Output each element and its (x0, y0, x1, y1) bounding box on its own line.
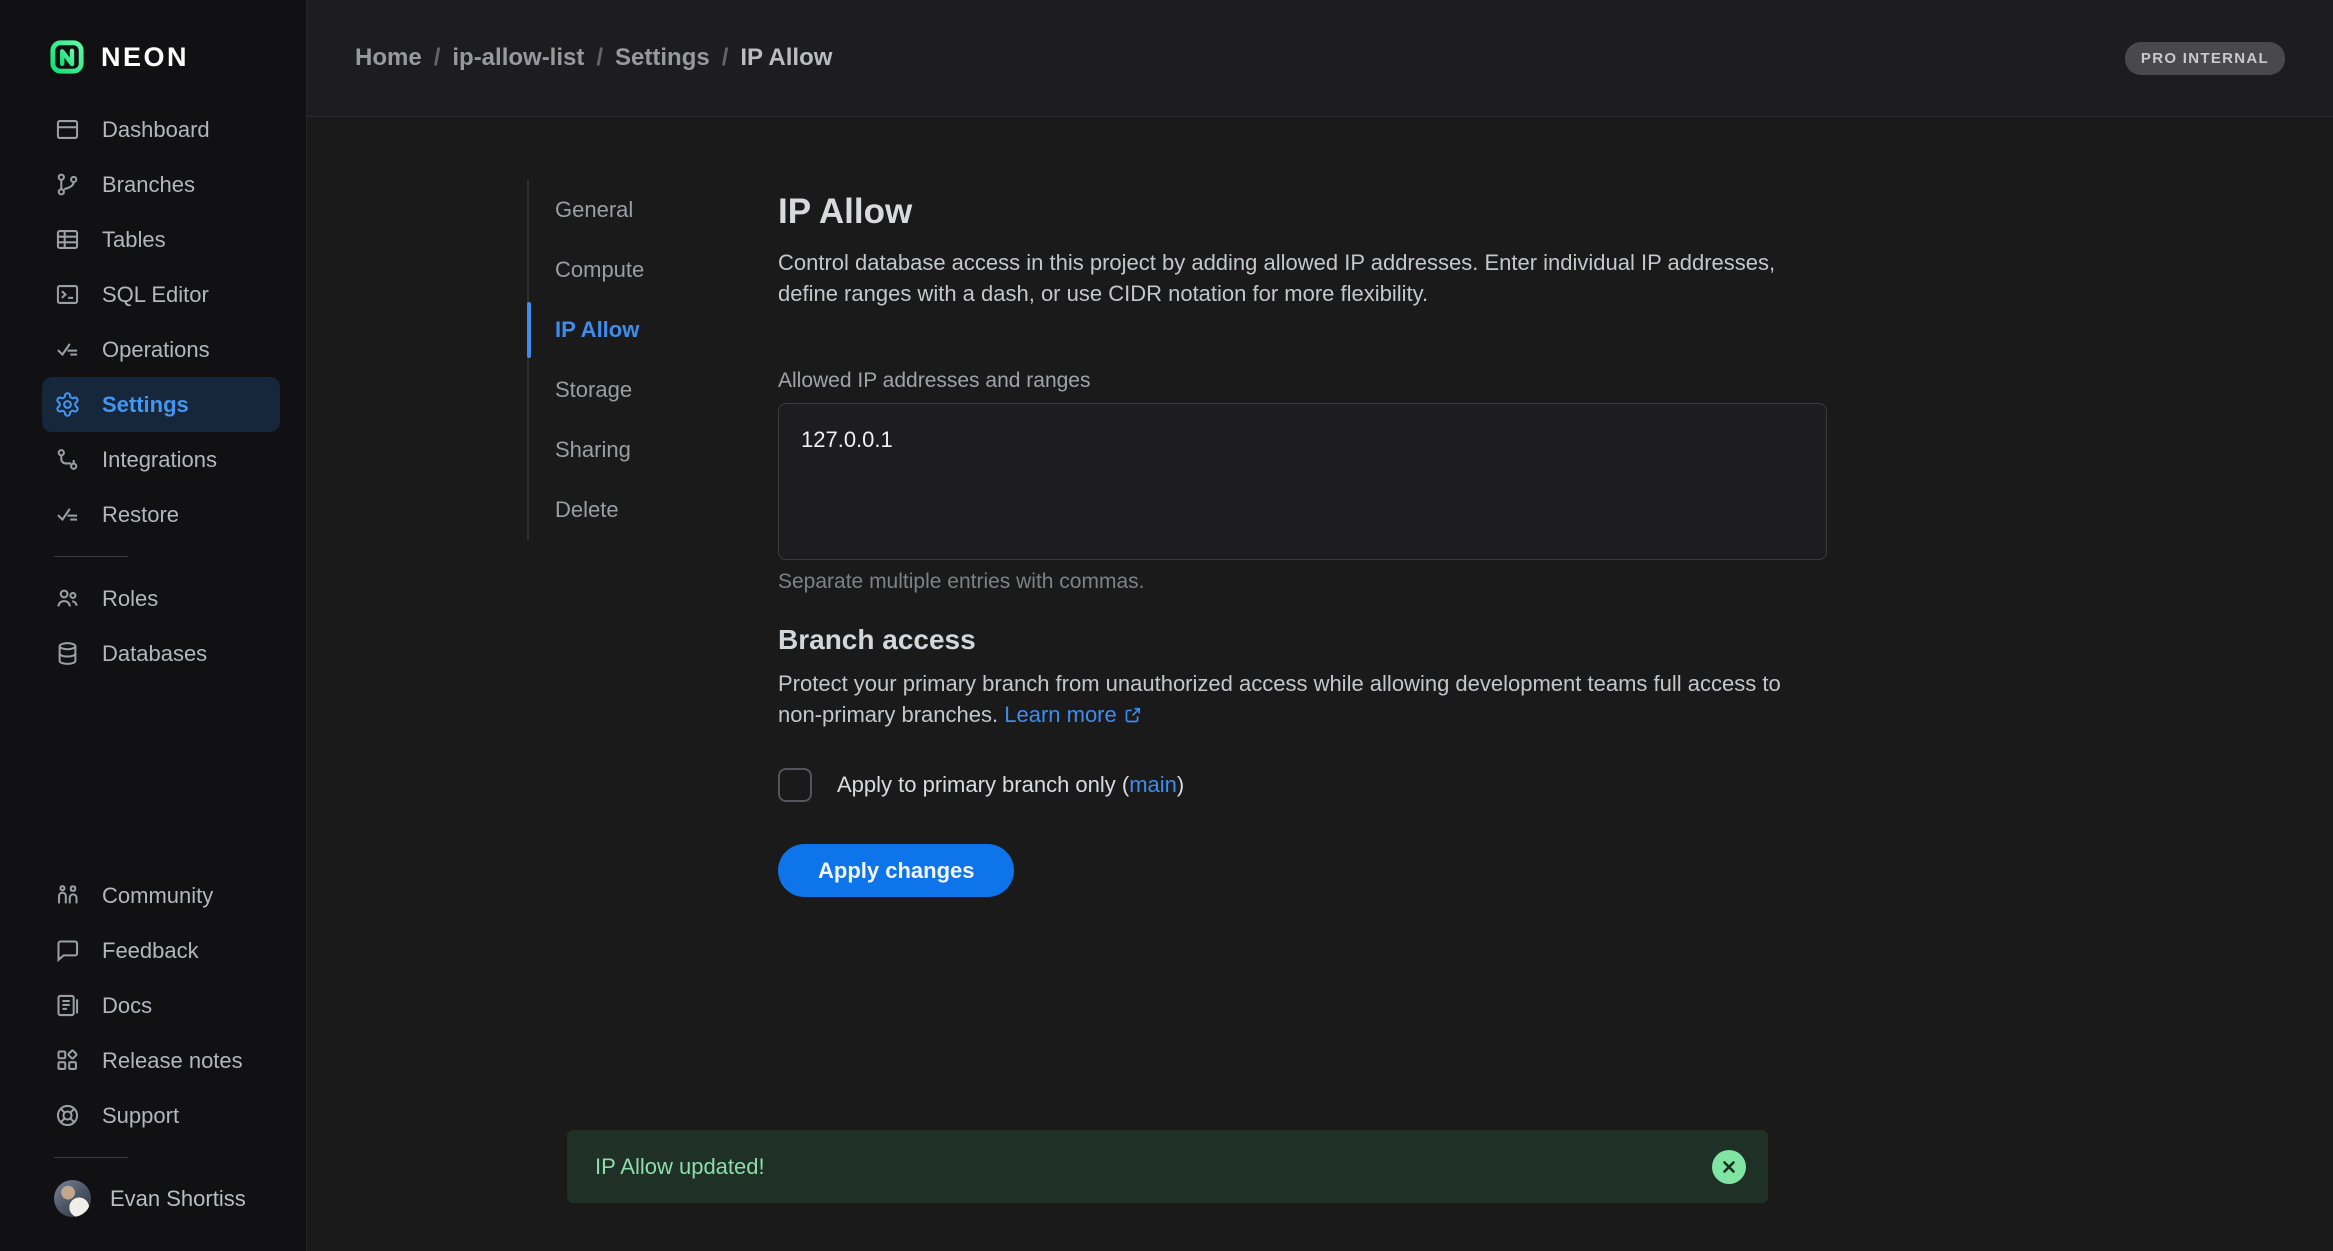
learn-more-link[interactable]: Learn more (1004, 702, 1143, 727)
sidebar-bottom-section: Community Feedback Docs Release notes (0, 868, 306, 1251)
branch-access-title: Branch access (778, 624, 1827, 656)
ip-field-label: Allowed IP addresses and ranges (778, 369, 1827, 393)
checkbox-label-suffix: ) (1177, 772, 1184, 797)
support-icon (54, 1102, 81, 1129)
user-avatar (54, 1180, 91, 1217)
sidebar: NEON Dashboard Branches Tables SQL Edito… (0, 0, 307, 1251)
sidebar-item-label: Branches (102, 172, 195, 198)
breadcrumb-separator: / (434, 44, 441, 72)
settings-tab-ip-allow[interactable]: IP Allow (529, 300, 714, 360)
sidebar-item-label: Community (102, 883, 213, 909)
sql-editor-icon (54, 281, 81, 308)
feedback-icon (54, 937, 81, 964)
breadcrumb-project[interactable]: ip-allow-list (452, 44, 584, 72)
page-title: IP Allow (778, 192, 1827, 232)
ip-addresses-textarea[interactable]: 127.0.0.1 (778, 403, 1827, 560)
sidebar-item-label: Settings (102, 392, 189, 418)
main-content: General Compute IP Allow Storage Sharing… (307, 118, 2333, 1251)
sidebar-item-label: SQL Editor (102, 282, 209, 308)
sidebar-item-label: Release notes (102, 1048, 243, 1074)
breadcrumb-ip-allow: IP Allow (740, 44, 832, 72)
ip-field-helper: Separate multiple entries with commas. (778, 570, 1827, 594)
sidebar-item-tables[interactable]: Tables (42, 212, 280, 267)
sidebar-divider (54, 1157, 128, 1158)
brand-name: NEON (101, 42, 189, 73)
settings-tab-compute[interactable]: Compute (529, 240, 714, 300)
sidebar-item-integrations[interactable]: Integrations (42, 432, 280, 487)
sidebar-secondary-nav: Roles Databases (0, 571, 306, 681)
breadcrumb-home[interactable]: Home (355, 44, 422, 72)
main-branch-link[interactable]: main (1129, 772, 1177, 797)
sidebar-item-support[interactable]: Support (42, 1088, 280, 1143)
plan-badge: PRO INTERNAL (2125, 42, 2285, 75)
user-menu[interactable]: Evan Shortiss (42, 1172, 280, 1225)
sidebar-item-roles[interactable]: Roles (42, 571, 280, 626)
learn-more-label: Learn more (1004, 702, 1117, 727)
sidebar-item-databases[interactable]: Databases (42, 626, 280, 681)
sidebar-item-label: Integrations (102, 447, 217, 473)
dashboard-icon (54, 116, 81, 143)
breadcrumb-separator: / (722, 44, 729, 72)
sidebar-tertiary-nav: Community Feedback Docs Release notes (0, 868, 306, 1143)
settings-subnav: General Compute IP Allow Storage Sharing… (527, 180, 714, 540)
operations-icon (54, 336, 81, 363)
sidebar-item-label: Databases (102, 641, 207, 667)
sidebar-item-restore[interactable]: Restore (42, 487, 280, 542)
apply-changes-button[interactable]: Apply changes (778, 844, 1014, 897)
sidebar-item-branches[interactable]: Branches (42, 157, 280, 212)
branch-access-text: Protect your primary branch from unautho… (778, 671, 1781, 727)
restore-icon (54, 501, 81, 528)
sidebar-item-label: Dashboard (102, 117, 210, 143)
close-icon (1721, 1159, 1737, 1175)
docs-icon (54, 992, 81, 1019)
settings-gear-icon (54, 391, 81, 418)
sidebar-item-label: Roles (102, 586, 158, 612)
settings-tab-delete[interactable]: Delete (529, 480, 714, 540)
sidebar-item-release-notes[interactable]: Release notes (42, 1033, 280, 1088)
settings-tab-general[interactable]: General (529, 180, 714, 240)
community-icon (54, 882, 81, 909)
integrations-icon (54, 446, 81, 473)
breadcrumb-settings[interactable]: Settings (615, 44, 710, 72)
sidebar-item-label: Tables (102, 227, 166, 253)
sidebar-item-docs[interactable]: Docs (42, 978, 280, 1033)
primary-branch-checkbox-label: Apply to primary branch only (main) (837, 772, 1184, 798)
toast-close-button[interactable] (1712, 1150, 1746, 1184)
sidebar-item-sql-editor[interactable]: SQL Editor (42, 267, 280, 322)
sidebar-item-label: Support (102, 1103, 179, 1129)
branch-access-description: Protect your primary branch from unautho… (778, 668, 1827, 730)
roles-icon (54, 585, 81, 612)
settings-tab-sharing[interactable]: Sharing (529, 420, 714, 480)
sidebar-item-label: Operations (102, 337, 210, 363)
toast-notification: IP Allow updated! (567, 1130, 1768, 1203)
topbar: Home / ip-allow-list / Settings / IP All… (307, 0, 2333, 117)
brand-logo[interactable]: NEON (0, 0, 306, 102)
page-description: Control database access in this project … (778, 247, 1827, 309)
sidebar-item-community[interactable]: Community (42, 868, 280, 923)
primary-branch-checkbox[interactable] (778, 768, 812, 802)
sidebar-item-operations[interactable]: Operations (42, 322, 280, 377)
sidebar-item-label: Feedback (102, 938, 199, 964)
primary-branch-option: Apply to primary branch only (main) (778, 768, 1827, 802)
breadcrumb-separator: / (596, 44, 603, 72)
breadcrumb: Home / ip-allow-list / Settings / IP All… (355, 44, 832, 72)
sidebar-item-label: Restore (102, 502, 179, 528)
tables-icon (54, 226, 81, 253)
branches-icon (54, 171, 81, 198)
toast-message: IP Allow updated! (595, 1154, 765, 1180)
release-notes-icon (54, 1047, 81, 1074)
sidebar-item-label: Docs (102, 993, 152, 1019)
neon-logo-icon (50, 40, 84, 74)
user-name: Evan Shortiss (110, 1186, 246, 1212)
sidebar-item-dashboard[interactable]: Dashboard (42, 102, 280, 157)
sidebar-item-settings[interactable]: Settings (42, 377, 280, 432)
settings-tab-storage[interactable]: Storage (529, 360, 714, 420)
checkbox-label-prefix: Apply to primary branch only ( (837, 772, 1129, 797)
sidebar-primary-nav: Dashboard Branches Tables SQL Editor Ope… (0, 102, 306, 542)
ip-allow-panel: IP Allow Control database access in this… (778, 180, 1827, 897)
external-link-icon (1123, 705, 1143, 725)
sidebar-divider (54, 556, 128, 557)
databases-icon (54, 640, 81, 667)
sidebar-item-feedback[interactable]: Feedback (42, 923, 280, 978)
